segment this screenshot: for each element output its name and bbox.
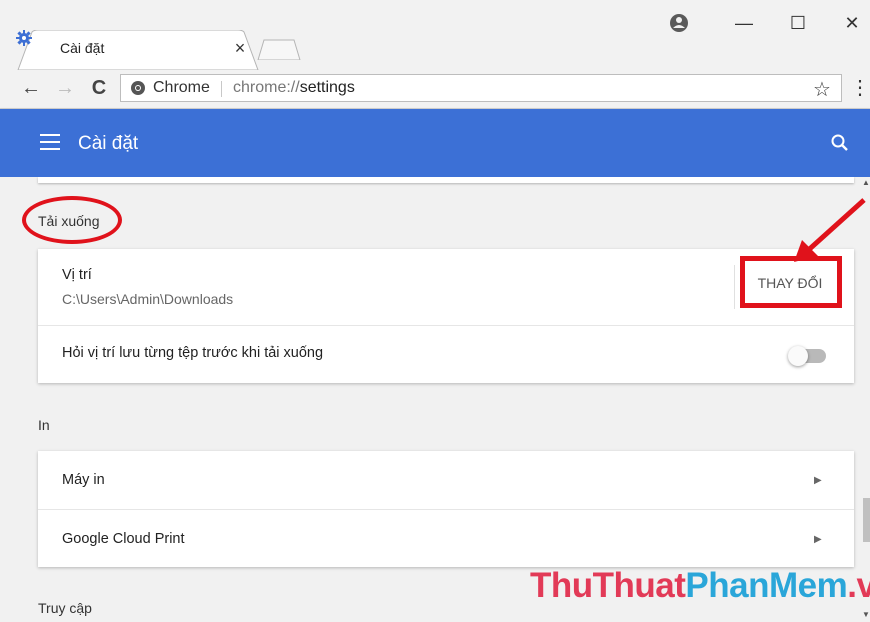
printers-label: Máy in (62, 472, 105, 488)
settings-header: Cài đặt (0, 109, 870, 177)
tab-shape (17, 30, 259, 70)
bookmark-star-icon[interactable]: ☆ (813, 77, 831, 102)
printing-section-title: In (38, 417, 50, 433)
site-chip: Chrome (153, 79, 210, 96)
scrollbar-thumb[interactable] (863, 498, 870, 542)
settings-content: Tải xuống Vị trí C:\Users\Admin\Download… (0, 177, 862, 622)
url-text: chrome://settings (233, 79, 355, 96)
address-bar[interactable]: Chrome chrome://settings ☆ (120, 74, 842, 102)
search-icon[interactable] (830, 133, 850, 153)
tab-title: Cài đặt (60, 40, 105, 56)
page-title: Cài đặt (78, 133, 139, 154)
download-location-row: Vị trí C:\Users\Admin\Downloads THAY ĐỔI (38, 249, 854, 325)
hamburger-menu-icon[interactable] (40, 134, 60, 150)
back-button[interactable]: ← (16, 70, 46, 106)
close-window-button[interactable]: ✕ (830, 8, 870, 38)
location-value: C:\Users\Admin\Downloads (62, 291, 234, 307)
minimize-button[interactable]: — (722, 8, 766, 38)
chevron-right-icon: ▶ (814, 534, 822, 545)
cloud-print-row[interactable]: Google Cloud Print ▶ (38, 509, 854, 568)
new-tab-button[interactable] (256, 38, 302, 60)
button-divider (734, 265, 735, 309)
red-arrow-icon (794, 198, 866, 262)
profile-icon[interactable] (668, 12, 690, 34)
browser-menu-icon[interactable]: ⋮ (850, 70, 870, 106)
printing-card: Máy in ▶ Google Cloud Print ▶ (38, 451, 854, 567)
ask-location-label: Hỏi vị trí lưu từng tệp trước khi tải xu… (62, 345, 324, 361)
watermark: ThuThuatPhanMem.vn (530, 566, 870, 605)
previous-card-bottom (38, 177, 854, 183)
chevron-right-icon: ▶ (814, 475, 822, 486)
reload-button[interactable]: C (84, 70, 114, 106)
tab-close-icon[interactable]: × (230, 38, 250, 59)
toggle-knob (788, 346, 808, 366)
ask-location-row[interactable]: Hỏi vị trí lưu từng tệp trước khi tải xu… (38, 325, 854, 384)
chip-divider (221, 81, 222, 97)
printers-row[interactable]: Máy in ▶ (38, 451, 854, 509)
scroll-down-arrow-icon[interactable]: ▼ (862, 610, 870, 619)
downloads-card: Vị trí C:\Users\Admin\Downloads THAY ĐỔI… (38, 249, 854, 383)
settings-gear-icon (16, 30, 32, 46)
chrome-logo-icon (131, 81, 145, 95)
toolbar: ← → C Chrome chrome://settings ☆ (0, 70, 870, 109)
cloud-print-label: Google Cloud Print (62, 531, 185, 547)
accessibility-section-title: Truy cập (38, 600, 92, 616)
ask-location-toggle[interactable] (788, 346, 826, 366)
maximize-button[interactable]: ☐ (776, 8, 820, 38)
forward-button[interactable]: → (50, 70, 80, 106)
highlight-ellipse (22, 196, 122, 244)
location-label: Vị trí (62, 267, 92, 283)
scroll-up-arrow-icon[interactable]: ▲ (862, 178, 870, 187)
settings-tab[interactable]: Cài đặt × (16, 30, 259, 70)
